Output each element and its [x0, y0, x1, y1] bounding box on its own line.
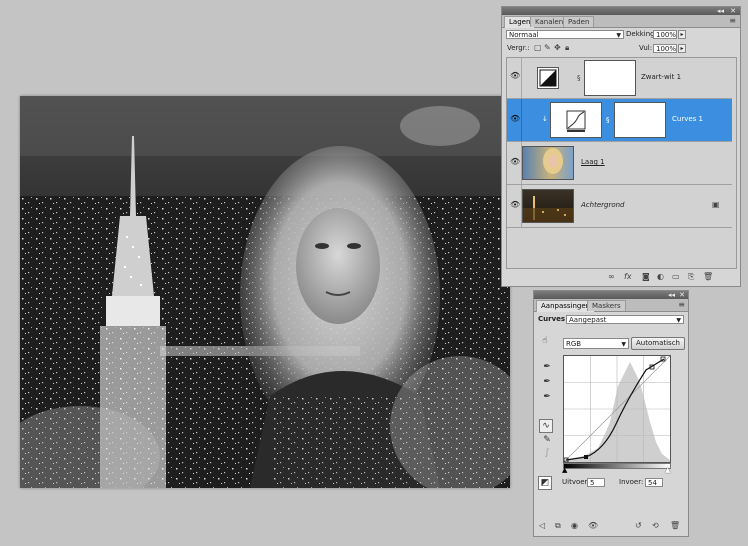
adjustments-panel: ◂◂ ✕ Aanpassingen Maskers ≡ Curves Aange…: [533, 290, 689, 537]
pencil-icon[interactable]: ✎: [541, 434, 553, 446]
layers-list: 👁︎ § Zwart-wit 1 👁︎ ↓ § Curves 1 👁︎ Laag…: [506, 57, 737, 269]
panel-menu-icon[interactable]: ≡: [678, 300, 685, 310]
preset-select[interactable]: Aangepast ▼: [566, 315, 684, 324]
mask-icon[interactable]: ◙: [642, 272, 650, 282]
chain-icon[interactable]: §: [577, 73, 581, 83]
adjustments-panel-titlebar[interactable]: ◂◂ ✕: [534, 291, 688, 299]
gray-eyedropper-icon[interactable]: ✒: [541, 376, 553, 388]
channel-select[interactable]: RGB ▼: [563, 338, 629, 349]
lock-transparency-icon[interactable]: ▢: [534, 43, 542, 53]
eye-icon[interactable]: 👁︎: [510, 201, 520, 209]
eye-icon[interactable]: 👁︎: [588, 521, 598, 531]
chevron-down-icon: ▼: [616, 32, 621, 39]
adjustments-footer: ◁ ⧉ ◉ 👁︎ ↺ ⟲ 🗑︎: [534, 519, 688, 535]
eye-icon[interactable]: 👁︎: [510, 158, 520, 166]
trash-icon[interactable]: 🗑︎: [670, 521, 680, 531]
layer-name: Curves 1: [672, 115, 703, 123]
adjustment-bw-icon: [537, 67, 559, 89]
lock-icon[interactable]: 🔒︎: [565, 43, 569, 53]
layer-mask-thumbnail[interactable]: [584, 60, 636, 96]
layer-mask-thumbnail[interactable]: [614, 102, 666, 138]
layer-name: Zwart-wit 1: [641, 73, 682, 81]
chain-icon[interactable]: §: [606, 115, 610, 125]
curves-adjustment-icon: [550, 102, 602, 138]
fx-icon[interactable]: fx: [624, 272, 632, 282]
black-point-slider[interactable]: ▲: [562, 465, 567, 475]
trash-icon[interactable]: 🗑︎: [703, 272, 713, 282]
clipping-icon[interactable]: ◩: [538, 476, 552, 490]
output-field[interactable]: 5: [587, 478, 605, 487]
layer-name: Laag 1: [581, 158, 605, 166]
channel-value: RGB: [566, 340, 582, 348]
brush-icon[interactable]: ✎: [544, 43, 551, 53]
input-field[interactable]: 54: [645, 478, 663, 487]
output-label: Uitvoer:: [562, 478, 590, 486]
on-image-adjust-icon[interactable]: ☝: [539, 335, 551, 347]
adjustments-tabs: Aanpassingen Maskers ≡: [534, 299, 688, 312]
fill-spin-button[interactable]: ▸: [678, 44, 686, 53]
panel-menu-icon[interactable]: ≡: [729, 16, 736, 26]
fill-label: Vul:: [639, 44, 653, 52]
tab-paden[interactable]: Paden: [563, 16, 595, 27]
blend-mode-select[interactable]: Normaal ▼: [506, 30, 624, 39]
layer-thumbnail: [522, 146, 574, 180]
eye-icon[interactable]: 👁︎: [510, 72, 520, 80]
layers-empty-area: [507, 228, 736, 268]
folder-icon[interactable]: ▭: [672, 272, 680, 282]
clip-icon[interactable]: ⧉: [555, 521, 561, 531]
adjustment-type-label: Curves: [538, 315, 566, 323]
lock-label: Vergr.:: [507, 44, 530, 52]
close-icon[interactable]: ✕: [730, 7, 736, 15]
black-eyedropper-icon[interactable]: ✒: [541, 361, 553, 373]
new-layer-icon[interactable]: ⎘: [688, 272, 694, 282]
previous-state-icon[interactable]: ↺: [635, 521, 642, 531]
eye-icon[interactable]: 👁︎: [510, 115, 520, 123]
white-point-slider[interactable]: ▲: [665, 465, 670, 475]
clip-arrow-icon: ↓: [542, 115, 548, 123]
link-icon[interactable]: ∞: [608, 272, 615, 282]
tab-maskers[interactable]: Maskers: [587, 300, 626, 311]
collapse-icon[interactable]: ◂◂: [717, 7, 724, 15]
smooth-icon[interactable]: ∫: [541, 447, 553, 459]
chevron-down-icon: ▼: [621, 341, 626, 348]
layer-name: Achtergrond: [581, 201, 625, 209]
lock-icon: ▣: [712, 200, 720, 209]
input-label: Invoer:: [619, 478, 644, 486]
white-eyedropper-icon[interactable]: ✒: [541, 391, 553, 403]
opacity-spin-button[interactable]: ▸: [678, 30, 686, 39]
back-icon[interactable]: ◁: [539, 521, 545, 531]
opacity-field[interactable]: 100%: [653, 30, 677, 39]
layers-panel: ◂◂ ✕ Lagen Kanalen Paden ≡ Normaal ▼ Dek…: [501, 6, 741, 287]
preset-value: Aangepast: [569, 316, 607, 324]
document-canvas[interactable]: [20, 96, 510, 488]
layers-footer: ∞ fx ◙ ◐ ▭ ⎘ 🗑︎: [502, 269, 740, 285]
input-gradient-bar: [563, 463, 671, 469]
layers-panel-titlebar[interactable]: ◂◂ ✕: [502, 7, 740, 15]
move-icon[interactable]: ✥: [554, 43, 561, 53]
canvas-image: [20, 96, 510, 488]
layer-thumbnail: [522, 189, 574, 223]
curve-points-icon[interactable]: ∿: [539, 419, 553, 433]
layers-tabs: Lagen Kanalen Paden ≡: [502, 15, 740, 28]
chevron-down-icon: ▼: [676, 317, 681, 324]
layer-curves[interactable]: 👁︎ ↓ § Curves 1: [507, 99, 732, 142]
fill-field[interactable]: 100%: [653, 44, 677, 53]
layer-laag-1[interactable]: 👁︎ Laag 1: [507, 142, 732, 185]
reset-icon[interactable]: ⟲: [652, 521, 659, 531]
blend-mode-value: Normaal: [509, 31, 539, 39]
layer-achtergrond[interactable]: 👁︎ Achtergrond ▣: [507, 185, 732, 228]
close-icon[interactable]: ✕: [679, 291, 685, 299]
layer-zwart-wit[interactable]: 👁︎ § Zwart-wit 1: [507, 58, 732, 99]
auto-button[interactable]: Automatisch: [631, 337, 685, 350]
collapse-icon[interactable]: ◂◂: [668, 291, 675, 299]
adjustment-icon[interactable]: ◐: [657, 272, 664, 282]
curves-graph[interactable]: [563, 355, 671, 463]
visibility-icon[interactable]: ◉: [571, 521, 578, 531]
